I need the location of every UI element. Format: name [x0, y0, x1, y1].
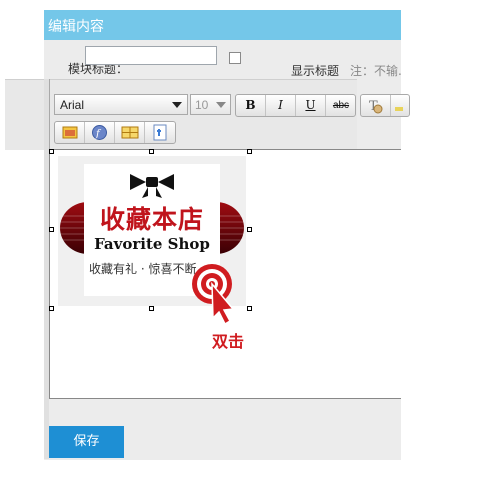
resize-handle-bottom-left[interactable]	[49, 306, 54, 311]
insert-button-group: f	[54, 121, 176, 144]
chevron-down-icon	[216, 102, 226, 108]
font-size-value: 10	[195, 98, 209, 112]
resize-handle-top-left[interactable]	[49, 149, 54, 154]
shop-headline: 收藏本店	[99, 205, 204, 234]
module-title-input[interactable]	[85, 46, 217, 65]
double-click-cursor-icon	[188, 260, 248, 330]
panel-header: 编辑内容	[44, 10, 401, 40]
insert-flash-icon[interactable]: f	[85, 122, 115, 143]
font-family-value: Arial	[60, 98, 85, 112]
show-title-checkbox[interactable]	[229, 52, 241, 64]
double-click-label: 双击	[212, 332, 245, 351]
insert-image-icon[interactable]	[55, 122, 85, 143]
resize-handle-right[interactable]	[247, 227, 252, 232]
save-button[interactable]: 保存	[49, 426, 124, 458]
chevron-down-icon	[172, 102, 182, 108]
font-family-select[interactable]: Arial	[54, 94, 188, 115]
resize-handle-left[interactable]	[49, 227, 54, 232]
insert-table-icon[interactable]	[115, 122, 145, 143]
note-text: 注：不输.	[350, 64, 402, 78]
highlight-icon[interactable]	[391, 95, 421, 116]
format-button-group: B I U abc	[235, 94, 356, 117]
panel-title: 编辑内容	[48, 19, 104, 35]
insert-media-icon[interactable]	[145, 122, 175, 143]
underline-button[interactable]: U	[296, 95, 326, 116]
color-button-group: T	[360, 94, 410, 117]
bold-button[interactable]: B	[236, 95, 266, 116]
strikethrough-button[interactable]: abc	[326, 95, 356, 116]
resize-handle-bottom[interactable]	[149, 306, 154, 311]
font-size-select[interactable]: 10	[190, 94, 231, 115]
resize-handle-top-right[interactable]	[247, 149, 252, 154]
text-color-icon[interactable]: T	[361, 95, 391, 116]
shop-subtitle: Favorite Shop	[94, 235, 210, 253]
show-title-label: 显示标题	[291, 64, 340, 78]
italic-button[interactable]: I	[266, 95, 296, 116]
resize-handle-top[interactable]	[149, 149, 154, 154]
